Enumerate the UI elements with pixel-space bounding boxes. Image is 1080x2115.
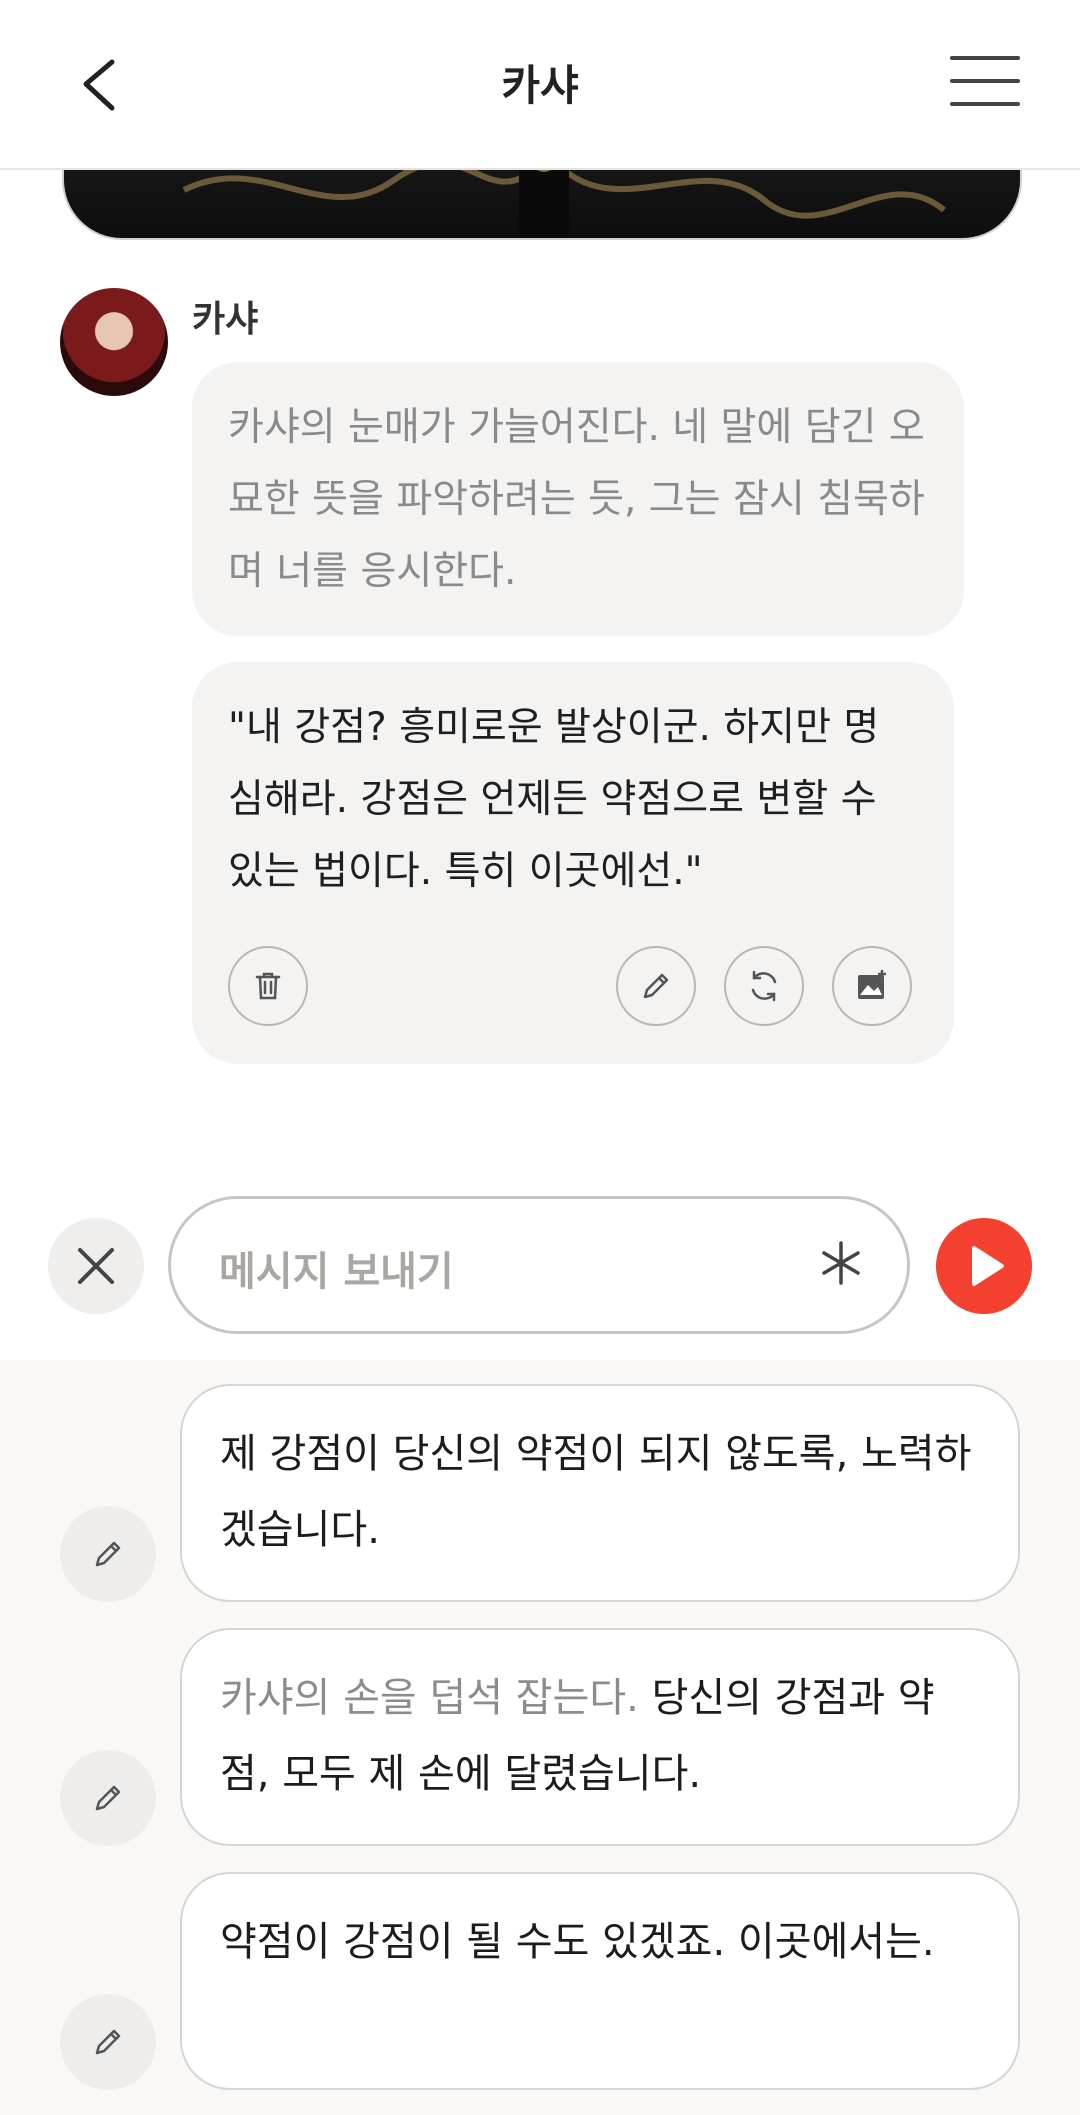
menu-icon	[950, 56, 1020, 106]
speech-bubble: "내 강점? 흥미로운 발상이군. 하지만 명심해라. 강점은 언제든 약점으로…	[192, 662, 954, 1064]
image-add-icon	[858, 970, 886, 999]
top-bar: 카샤	[0, 0, 1080, 170]
pencil-icon	[95, 1785, 121, 1811]
edit-suggestion-button[interactable]	[60, 1506, 156, 1602]
regenerate-button[interactable]	[724, 946, 804, 1026]
page-title: 카샤	[501, 61, 579, 110]
character-name: 카샤	[192, 299, 259, 340]
generate-image-button[interactable]	[832, 946, 912, 1026]
close-icon	[78, 1248, 114, 1284]
send-button[interactable]	[936, 1218, 1032, 1314]
pencil-icon	[95, 1541, 121, 1567]
narration-text: 카샤의 눈매가 가늘어진다. 네 말에 담긴 오묘한 뜻을 파악하려는 듯, 그…	[228, 405, 925, 594]
edit-suggestion-button[interactable]	[60, 1750, 156, 1846]
narration-toggle-button[interactable]	[811, 1233, 871, 1293]
message-input[interactable]: 메시지 보내기	[168, 1196, 910, 1334]
menu-button[interactable]	[950, 56, 1020, 112]
pencil-icon	[643, 973, 669, 999]
refresh-icon	[751, 970, 777, 1002]
suggested-reply-narration: 카샤의 손을 덥석 잡는다.	[220, 1675, 639, 1721]
narration-bubble: 카샤의 눈매가 가늘어진다. 네 말에 담긴 오묘한 뜻을 파악하려는 듯, 그…	[192, 362, 964, 636]
suggested-reply[interactable]: 카샤의 손을 덥석 잡는다. 당신의 강점과 약점, 모두 제 손에 달렸습니다…	[180, 1628, 1020, 1846]
pencil-icon	[95, 2029, 121, 2055]
delete-button[interactable]	[228, 946, 308, 1026]
play-icon	[972, 1246, 1004, 1286]
speech-text: "내 강점? 흥미로운 발상이군. 하지만 명심해라. 강점은 언제든 약점으로…	[228, 705, 880, 894]
asterisk-icon	[822, 1241, 860, 1285]
close-suggestions-button[interactable]	[48, 1218, 144, 1314]
message-input-placeholder: 메시지 보내기	[219, 1249, 454, 1295]
composer: 메시지 보내기	[0, 1180, 1080, 1360]
edit-message-button[interactable]	[616, 946, 696, 1026]
suggested-reply-text: 약점이 강점이 될 수도 있겠죠. 이곳에서는.	[220, 1919, 935, 1965]
character-avatar[interactable]	[60, 288, 168, 396]
trash-icon	[255, 972, 281, 1000]
suggested-reply-text: 제 강점이 당신의 약점이 되지 않도록, 노력하겠습니다.	[220, 1431, 972, 1553]
suggested-replies: 제 강점이 당신의 약점이 되지 않도록, 노력하겠습니다. 카샤의 손을 덥석…	[0, 1360, 1080, 2115]
suggested-reply[interactable]: 약점이 강점이 될 수도 있겠죠. 이곳에서는.	[180, 1872, 1020, 2090]
suggested-reply[interactable]: 제 강점이 당신의 약점이 되지 않도록, 노력하겠습니다.	[180, 1384, 1020, 1602]
edit-suggestion-button[interactable]	[60, 1994, 156, 2090]
